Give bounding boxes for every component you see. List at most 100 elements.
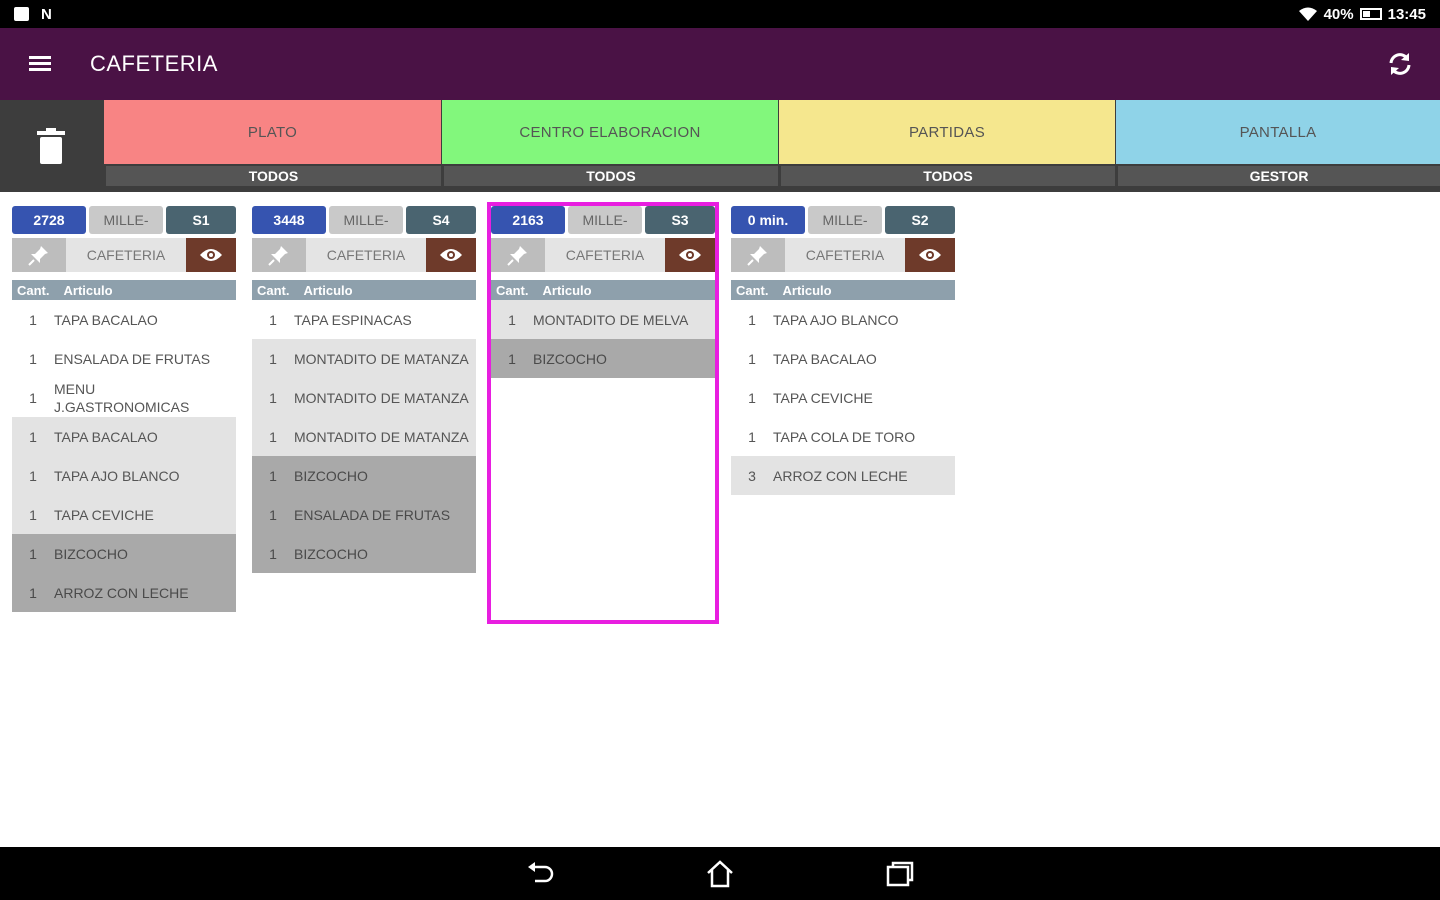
ticket-item-row[interactable]: 1 BIZCOCHO — [491, 339, 715, 378]
hamburger-icon — [29, 56, 51, 72]
item-article: ENSALADA DE FRUTAS — [294, 506, 451, 523]
item-qty: 1 — [29, 506, 37, 523]
item-qty: 3 — [748, 467, 756, 484]
ticket-column-header: Cant. Articulo — [491, 280, 715, 300]
item-article: TAPA ESPINACAS — [294, 311, 412, 328]
ticket-card-1[interactable]: 2728 MILLE- S1 CAFETERIA Cant. Articulo … — [12, 206, 236, 612]
item-article: MENU J.GASTRONOMICAS — [54, 380, 190, 415]
ticket-item-row[interactable]: 1 BIZCOCHO — [12, 534, 236, 573]
filter-partidas[interactable]: PARTIDAS TODOS — [779, 100, 1115, 190]
pin-icon — [507, 246, 527, 266]
home-icon — [707, 859, 733, 887]
ticket-item-row[interactable]: 1 MONTADITO DE MELVA — [491, 300, 715, 339]
qty-column-label: Cant. — [17, 282, 50, 298]
item-qty: 1 — [29, 584, 37, 601]
item-qty: 1 — [748, 428, 756, 445]
ticket-item-row[interactable]: 3 ARROZ CON LECHE — [731, 456, 955, 495]
pin-icon — [28, 246, 48, 266]
article-column-label: Articulo — [782, 282, 832, 298]
qty-column-label: Cant. — [496, 282, 529, 298]
ticket-item-row[interactable]: 1 ENSALADA DE FRUTAS — [252, 495, 476, 534]
filter-plato-label: PLATO — [104, 100, 441, 164]
ticket-item-row[interactable]: 1 TAPA CEVICHE — [12, 495, 236, 534]
item-qty: 1 — [269, 506, 277, 523]
pin-button[interactable] — [252, 238, 306, 272]
menu-button[interactable] — [0, 28, 80, 100]
pin-icon — [747, 246, 767, 266]
pin-button[interactable] — [491, 238, 545, 272]
ticket-items: 1 MONTADITO DE MELVA 1 BIZCOCHO — [491, 300, 715, 378]
status-bar: N 40% 13:45 — [0, 0, 1440, 28]
item-qty: 1 — [508, 350, 516, 367]
filter-centro-elaboracion[interactable]: CENTRO ELABORACION TODOS — [442, 100, 778, 190]
ticket-item-row[interactable]: 1 TAPA CEVICHE — [731, 378, 955, 417]
ticket-item-row[interactable]: 1 TAPA BACALAO — [731, 339, 955, 378]
ticket-item-row[interactable]: 1 TAPA AJO BLANCO — [731, 300, 955, 339]
ticket-number: 0 min. — [731, 206, 805, 234]
item-qty: 1 — [269, 428, 277, 445]
item-qty: 1 — [29, 389, 37, 406]
ticket-number: 2728 — [12, 206, 86, 234]
pin-button[interactable] — [12, 238, 66, 272]
ticket-waiter: MILLE- — [89, 206, 163, 234]
item-article: TAPA BACALAO — [54, 311, 158, 328]
item-qty: 1 — [269, 389, 277, 406]
ticket-items: 1 TAPA AJO BLANCO 1 TAPA BACALAO 1 TAPA CEVIC… — [731, 300, 955, 495]
ticket-table: S2 — [885, 206, 955, 234]
ticket-item-row[interactable]: 1 MONTADITO DE MATANZA — [252, 378, 476, 417]
filter-bar: PLATO TODOS CENTRO ELABORACION TODOS PAR… — [0, 100, 1440, 192]
app-bar: CAFETERIA — [0, 28, 1440, 100]
filter-centro-value: TODOS — [442, 166, 778, 186]
ticket-waiter: MILLE- — [329, 206, 403, 234]
recents-button[interactable] — [880, 854, 920, 894]
filter-pantalla[interactable]: PANTALLA GESTOR — [1116, 100, 1440, 190]
ticket-item-row[interactable]: 1 BIZCOCHO — [252, 456, 476, 495]
home-button[interactable] — [700, 854, 740, 894]
gallery-icon — [14, 7, 29, 21]
item-article: ARROZ CON LECHE — [773, 467, 908, 484]
filter-partidas-value: TODOS — [779, 166, 1115, 186]
view-button[interactable] — [905, 238, 955, 272]
item-article: BIZCOCHO — [54, 545, 128, 562]
ticket-item-row[interactable]: 1 ENSALADA DE FRUTAS — [12, 339, 236, 378]
back-button[interactable] — [520, 854, 560, 894]
filter-plato[interactable]: PLATO TODOS — [104, 100, 441, 190]
ticket-items: 1 TAPA ESPINACAS 1 MONTADITO DE MATANZA 1 MON… — [252, 300, 476, 573]
ticket-card-4[interactable]: 0 min. MILLE- S2 CAFETERIA Cant. Articul… — [731, 206, 955, 495]
recents-icon — [886, 861, 914, 886]
refresh-button[interactable] — [1382, 46, 1418, 82]
ticket-column-header: Cant. Articulo — [12, 280, 236, 300]
ticket-item-row[interactable]: 1 MENU J.GASTRONOMICAS — [12, 378, 236, 417]
ticket-item-row[interactable]: 1 ARROZ CON LECHE — [12, 573, 236, 612]
eye-icon — [200, 249, 222, 261]
item-qty: 1 — [269, 311, 277, 328]
ticket-station: CAFETERIA — [545, 238, 665, 272]
navigation-bar — [0, 847, 1440, 900]
pin-button[interactable] — [731, 238, 785, 272]
refresh-icon — [1389, 53, 1411, 75]
view-button[interactable] — [426, 238, 476, 272]
ticket-item-row[interactable]: 1 TAPA BACALAO — [12, 300, 236, 339]
ticket-item-row[interactable]: 1 TAPA ESPINACAS — [252, 300, 476, 339]
article-column-label: Articulo — [542, 282, 592, 298]
ticket-item-row[interactable]: 1 TAPA AJO BLANCO — [12, 456, 236, 495]
view-button[interactable] — [665, 238, 715, 272]
ticket-number: 2163 — [491, 206, 565, 234]
ticket-item-row[interactable]: 1 TAPA COLA DE TORO — [731, 417, 955, 456]
view-button[interactable] — [186, 238, 236, 272]
ticket-items: 1 TAPA BACALAO 1 ENSALADA DE FRUTAS 1 MENU J.… — [12, 300, 236, 612]
delete-button[interactable] — [0, 100, 102, 192]
ticket-card-2[interactable]: 3448 MILLE- S4 CAFETERIA Cant. Articulo … — [252, 206, 476, 573]
item-article: BIZCOCHO — [533, 350, 607, 367]
ticket-table: S4 — [406, 206, 476, 234]
item-article: TAPA BACALAO — [773, 350, 877, 367]
ticket-card-3[interactable]: 2163 MILLE- S3 CAFETERIA Cant. Articulo … — [487, 202, 719, 624]
item-article: BIZCOCHO — [294, 467, 368, 484]
ticket-item-row[interactable]: 1 BIZCOCHO — [252, 534, 476, 573]
item-article: ENSALADA DE FRUTAS — [54, 350, 211, 367]
item-qty: 1 — [269, 545, 277, 562]
ticket-item-row[interactable]: 1 MONTADITO DE MATANZA — [252, 339, 476, 378]
ticket-item-row[interactable]: 1 TAPA BACALAO — [12, 417, 236, 456]
ticket-item-row[interactable]: 1 MONTADITO DE MATANZA — [252, 417, 476, 456]
item-qty: 1 — [29, 467, 37, 484]
